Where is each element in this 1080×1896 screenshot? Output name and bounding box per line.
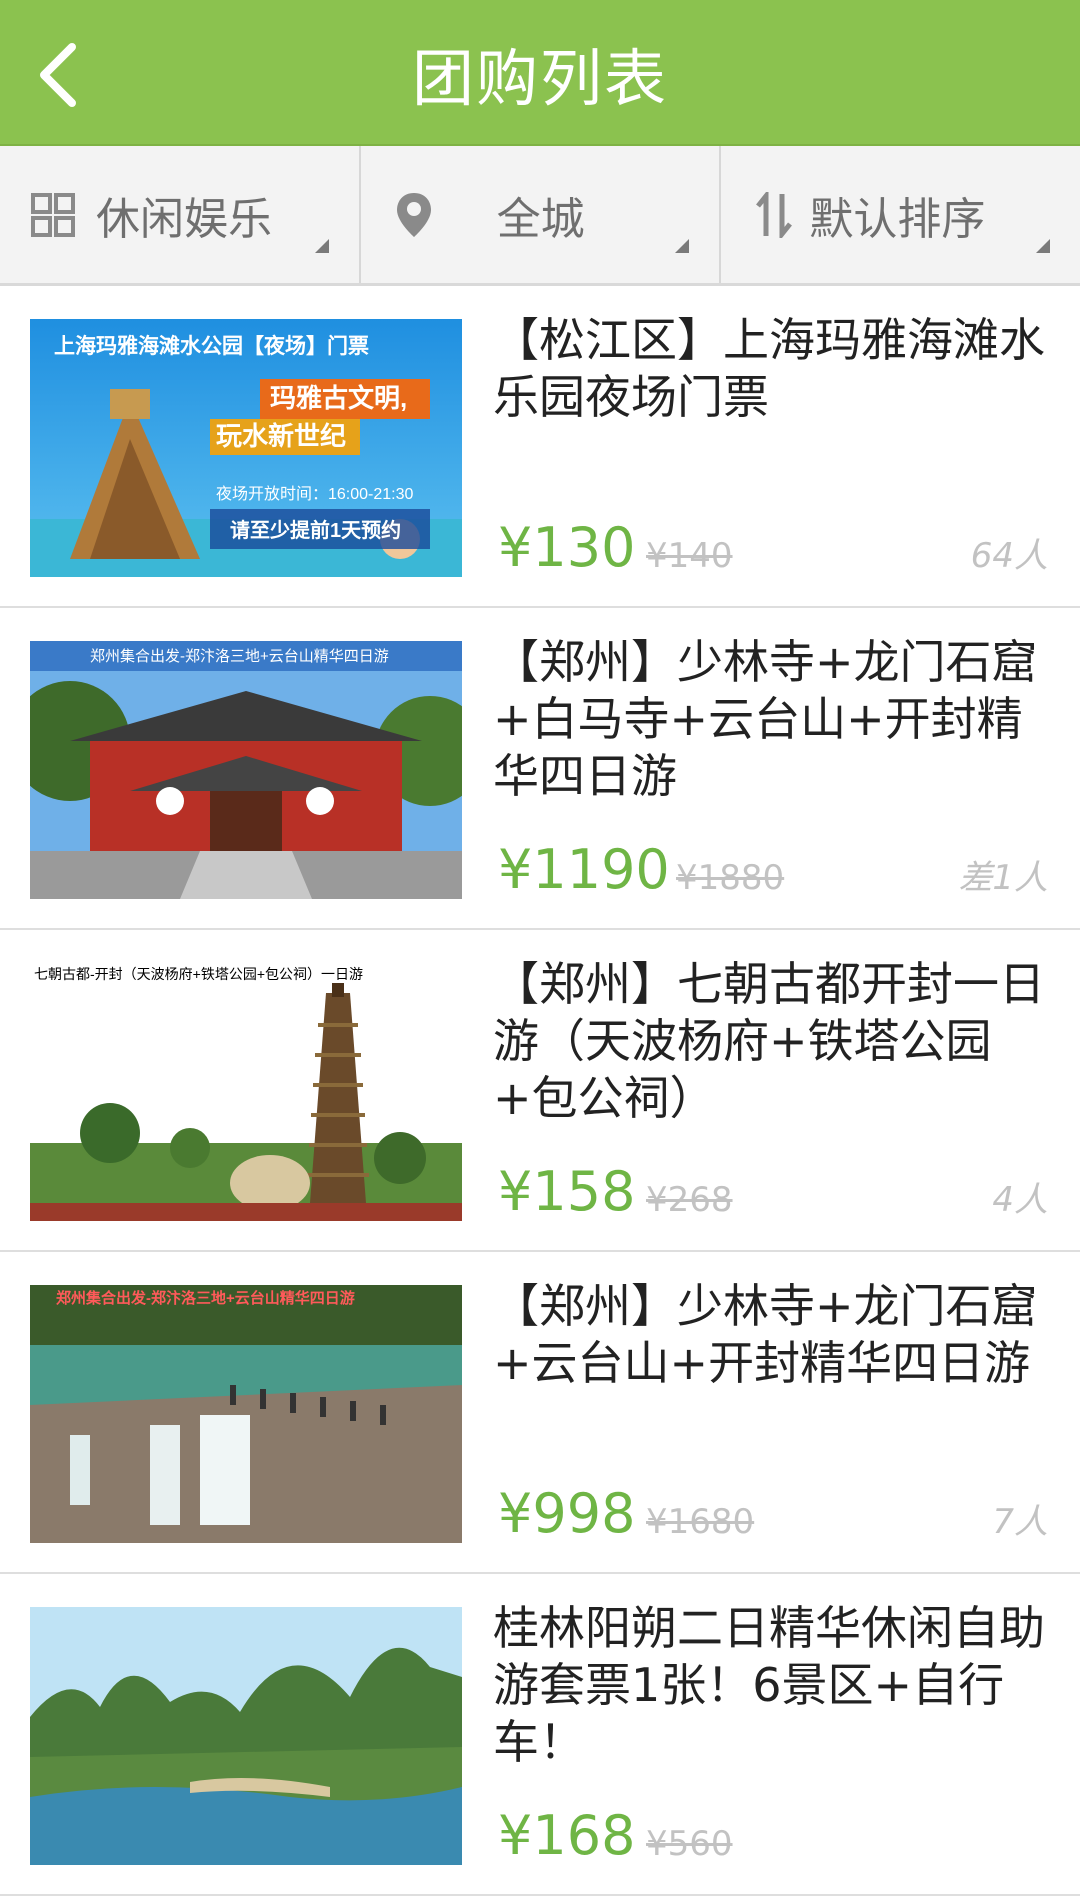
page-title: 团购列表 xyxy=(411,42,668,115)
original-price: ¥1680 xyxy=(646,1502,755,1542)
deal-price: ¥998 xyxy=(498,1482,636,1545)
location-pin-icon xyxy=(391,192,437,238)
deal-title: 【松江区】上海玛雅海滩水乐园夜场门票 xyxy=(493,313,1045,424)
deal-price: ¥168 xyxy=(498,1804,636,1867)
sort-filter-label: 默认排序 xyxy=(809,193,986,245)
title-bar: 团购列表 xyxy=(0,0,1080,146)
filter-bar: 休闲娱乐 全城 默认排序 xyxy=(0,146,1080,286)
thumbnail-caption: 请至少提前1天预约 xyxy=(230,518,401,542)
original-price: ¥268 xyxy=(646,1180,733,1220)
grid-icon xyxy=(30,192,76,238)
deal-title: 桂林阳朔二日精华休闲自助游套票1张！6景区+自行车！ xyxy=(493,1601,1045,1769)
area-filter[interactable]: 全城 xyxy=(358,146,720,283)
original-price: ¥560 xyxy=(646,1824,733,1864)
dropdown-corner-icon xyxy=(675,239,690,253)
category-filter-label: 休闲娱乐 xyxy=(96,193,272,245)
deal-list: 上海玛雅海滩水公园【夜场】门票 玛雅古文明, 玩水新世纪 夜场开放时间：16:0… xyxy=(0,286,1080,1896)
deal-price: ¥158 xyxy=(498,1160,636,1223)
area-filter-label: 全城 xyxy=(496,193,585,245)
deal-price: ¥1190 xyxy=(498,838,670,901)
thumbnail-caption: 玩水新世纪 xyxy=(216,421,346,451)
dropdown-corner-icon xyxy=(1036,239,1051,253)
category-filter[interactable]: 休闲娱乐 xyxy=(0,146,359,283)
thumbnail-caption: 郑州集合出发-郑汴洛三地+云台山精华四日游 xyxy=(56,1289,355,1307)
deal-thumbnail: 七朝古都-开封（天波杨府+铁塔公园+包公祠）一日游 xyxy=(30,963,462,1221)
thumbnail-caption: 玛雅古文明, xyxy=(270,383,407,413)
deal-item[interactable]: 郑州集合出发-郑汴洛三地+云台山精华四日游 【郑州】少林寺+龙门石窟+云台山+开… xyxy=(0,1252,1080,1574)
thumbnail-caption: 夜场开放时间：16:00-21:30 xyxy=(216,485,414,503)
sort-filter[interactable]: 默认排序 xyxy=(719,146,1080,283)
deal-title: 【郑州】少林寺+龙门石窟+云台山+开封精华四日游 xyxy=(493,1279,1038,1390)
deal-item[interactable]: 上海玛雅海滩水公园【夜场】门票 玛雅古文明, 玩水新世纪 夜场开放时间：16:0… xyxy=(0,286,1080,608)
deal-item[interactable]: 七朝古都-开封（天波杨府+铁塔公园+包公祠）一日游 【郑州】七朝古都开封一日游（… xyxy=(0,930,1080,1252)
deal-thumbnail: 郑州集合出发-郑汴洛三地+云台山精华四日游 xyxy=(30,641,462,899)
buyer-count: 差1人 xyxy=(958,858,1048,898)
deal-title: 【郑州】少林寺+龙门石窟+白马寺+云台山+开封精华四日游 xyxy=(493,635,1038,803)
thumbnail-caption: 郑州集合出发-郑汴洛三地+云台山精华四日游 xyxy=(90,648,389,665)
thumbnail-caption: 上海玛雅海滩水公园【夜场】门票 xyxy=(54,334,369,358)
deal-thumbnail: 上海玛雅海滩水公园【夜场】门票 玛雅古文明, 玩水新世纪 夜场开放时间：16:0… xyxy=(30,319,462,577)
buyer-count: 64人 xyxy=(970,536,1048,576)
deal-title: 【郑州】七朝古都开封一日游（天波杨府+铁塔公园+包公祠） xyxy=(493,957,1045,1125)
deal-thumbnail xyxy=(30,1607,462,1865)
buyer-count: 7人 xyxy=(992,1502,1048,1542)
deal-item[interactable]: 郑州集合出发-郑汴洛三地+云台山精华四日游 【郑州】少林寺+龙门石窟+白马寺+云… xyxy=(0,608,1080,930)
deal-item[interactable]: 桂林阳朔二日精华休闲自助游套票1张！6景区+自行车！ ¥168 ¥560 xyxy=(0,1574,1080,1896)
deal-thumbnail: 郑州集合出发-郑汴洛三地+云台山精华四日游 xyxy=(30,1285,462,1543)
original-price: ¥140 xyxy=(646,536,733,576)
deal-price: ¥130 xyxy=(498,516,636,579)
buyer-count: 4人 xyxy=(992,1180,1048,1220)
original-price: ¥1880 xyxy=(676,858,785,898)
thumbnail-caption: 七朝古都-开封（天波杨府+铁塔公园+包公祠）一日游 xyxy=(34,966,363,982)
sort-icon xyxy=(751,191,797,238)
dropdown-corner-icon xyxy=(314,239,329,253)
